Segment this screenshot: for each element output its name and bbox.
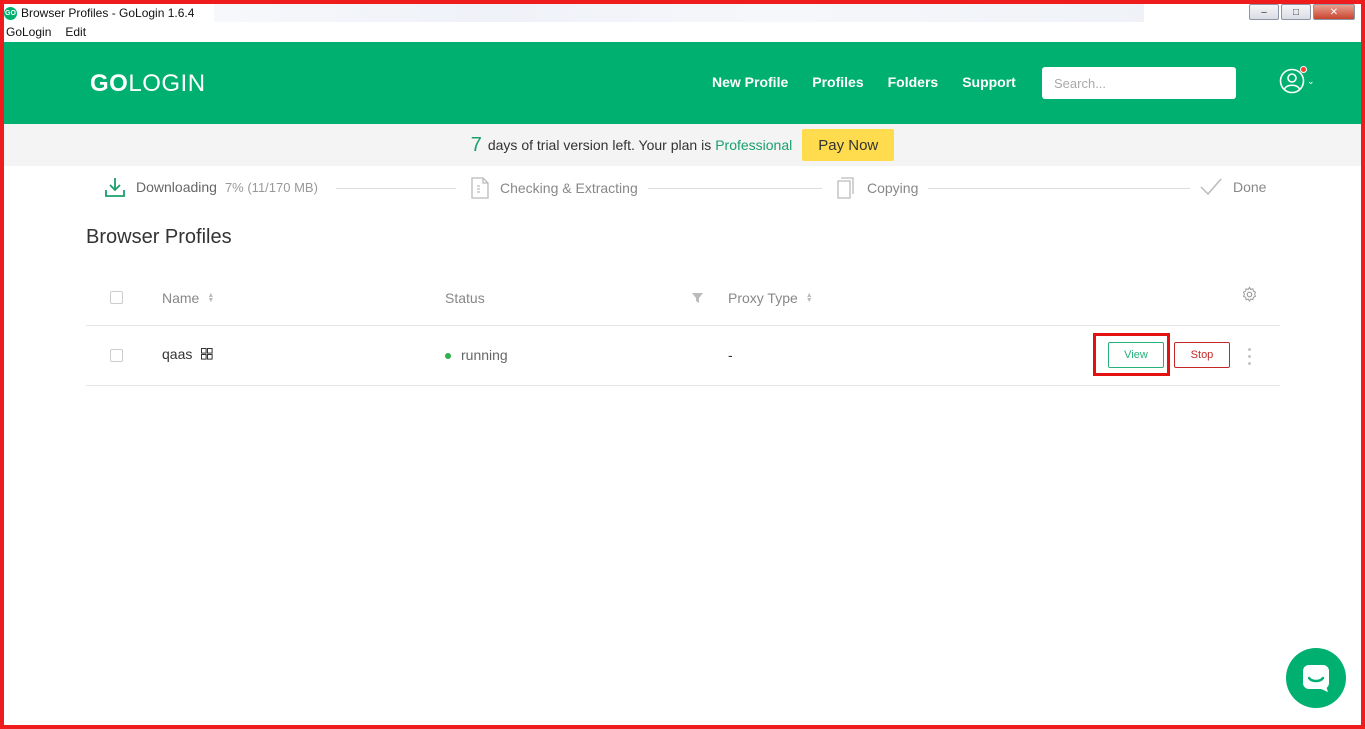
profile-name-label: qaas	[162, 346, 193, 362]
trial-days: 7	[470, 133, 482, 156]
table-row[interactable]: qaas running - View Stop	[86, 326, 1280, 386]
status-running-dot	[445, 353, 451, 360]
close-icon[interactable]: ✕	[1313, 4, 1355, 20]
app-header: GO LOGIN New Profile Profiles Folders Sup…	[4, 42, 1361, 124]
column-proxy[interactable]: Proxy Type ▲ ▼	[728, 290, 813, 306]
step-divider	[928, 188, 1190, 189]
menubar: GoLogin Edit	[4, 22, 1361, 42]
logo-login: LOGIN	[128, 70, 206, 97]
step-copying: Copying	[835, 176, 918, 200]
chat-support-button[interactable]	[1286, 648, 1346, 708]
step-divider	[336, 188, 456, 189]
menu-edit[interactable]: Edit	[65, 25, 86, 39]
step-downloading-label: Downloading	[136, 179, 217, 195]
window-titlebar: GO Browser Profiles - GoLogin 1.6.4 – □ …	[4, 4, 1361, 22]
step-checking-label: Checking & Extracting	[500, 180, 638, 196]
profile-status: running	[445, 347, 508, 363]
menu-gologin[interactable]: GoLogin	[6, 25, 51, 39]
step-divider	[648, 188, 822, 189]
logo-go: GO	[90, 70, 129, 97]
step-downloading: Downloading 7% (11/170 MB)	[104, 176, 318, 198]
download-progress: 7% (11/170 MB)	[224, 179, 318, 195]
profile-name[interactable]: qaas	[162, 346, 213, 362]
file-icon	[471, 177, 489, 199]
page-title: Browser Profiles	[86, 226, 232, 248]
trial-text: days of trial version left. Your plan is	[487, 137, 712, 153]
view-button[interactable]: View	[1108, 342, 1164, 368]
column-name[interactable]: Name ▲ ▼	[162, 290, 214, 306]
status-label: running	[461, 347, 508, 363]
windows-icon	[201, 348, 213, 360]
profiles-table: Name ▲ ▼ Status Proxy Type ▲ ▼ qaas runn…	[86, 270, 1280, 386]
sort-icon[interactable]: ▲ ▼	[806, 292, 813, 304]
search-input[interactable]	[1042, 67, 1236, 99]
select-all-checkbox[interactable]	[110, 291, 123, 304]
column-status-label: Status	[445, 290, 485, 306]
copy-icon	[837, 177, 854, 199]
maximize-icon[interactable]: □	[1281, 4, 1311, 20]
minimize-icon[interactable]: –	[1249, 4, 1279, 20]
download-icon	[105, 178, 125, 197]
gear-icon[interactable]	[1241, 286, 1258, 303]
window-controls: – □ ✕	[1249, 4, 1355, 20]
notification-dot	[1300, 66, 1307, 73]
row-checkbox[interactable]	[110, 349, 123, 362]
more-options-icon[interactable]	[1244, 346, 1254, 367]
nav-new-profile[interactable]: New Profile	[712, 74, 788, 90]
nav-folders[interactable]: Folders	[888, 74, 939, 90]
pay-now-button[interactable]: Pay Now	[802, 129, 895, 161]
filter-icon[interactable]	[692, 293, 703, 303]
check-icon	[1200, 178, 1222, 196]
table-header: Name ▲ ▼ Status Proxy Type ▲ ▼	[86, 270, 1280, 326]
step-checking: Checking & Extracting	[470, 176, 638, 200]
main-nav: New Profile Profiles Folders Support	[712, 74, 1016, 90]
nav-support[interactable]: Support	[962, 74, 1016, 90]
step-done: Done	[1199, 176, 1266, 198]
plan-name: Professional	[715, 137, 793, 153]
titlebar-background	[214, 4, 1144, 22]
sort-icon[interactable]: ▲ ▼	[207, 292, 214, 304]
stop-button[interactable]: Stop	[1174, 342, 1230, 368]
column-status: Status	[445, 290, 485, 306]
column-name-label: Name	[162, 290, 200, 306]
step-copying-label: Copying	[867, 180, 919, 196]
nav-profiles[interactable]: Profiles	[812, 74, 863, 90]
proxy-type: -	[728, 347, 733, 363]
trial-banner: 7 days of trial version left. Your plan …	[4, 124, 1361, 166]
app-icon: GO	[4, 6, 17, 20]
chevron-down-icon[interactable]: ⌄	[1307, 76, 1315, 87]
chat-icon	[1303, 665, 1329, 692]
column-proxy-label: Proxy Type	[728, 290, 798, 306]
window-title: Browser Profiles - GoLogin 1.6.4	[21, 6, 195, 20]
gologin-logo[interactable]: GO LOGIN	[90, 70, 206, 98]
step-done-label: Done	[1233, 179, 1267, 195]
progress-steps: Downloading 7% (11/170 MB) Checking & Ex…	[4, 170, 1361, 206]
